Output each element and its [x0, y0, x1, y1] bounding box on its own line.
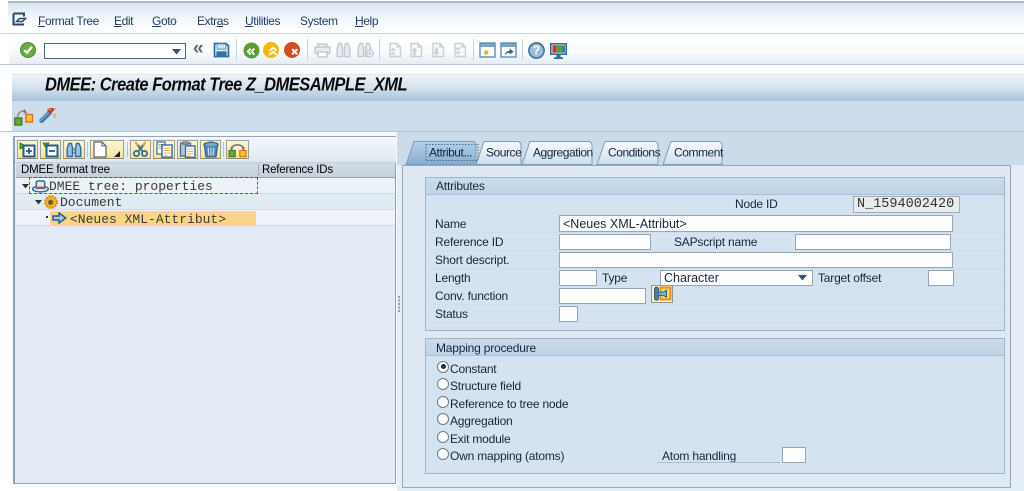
- svg-text:Attribut...: Attribut...: [429, 146, 472, 160]
- svg-text:Aggregation: Aggregation: [533, 146, 593, 160]
- svg-text:Conditions: Conditions: [608, 146, 661, 160]
- svg-text:Source: Source: [486, 146, 522, 160]
- svg-text:Comment: Comment: [674, 146, 724, 160]
- svg-text:?: ?: [533, 44, 541, 58]
